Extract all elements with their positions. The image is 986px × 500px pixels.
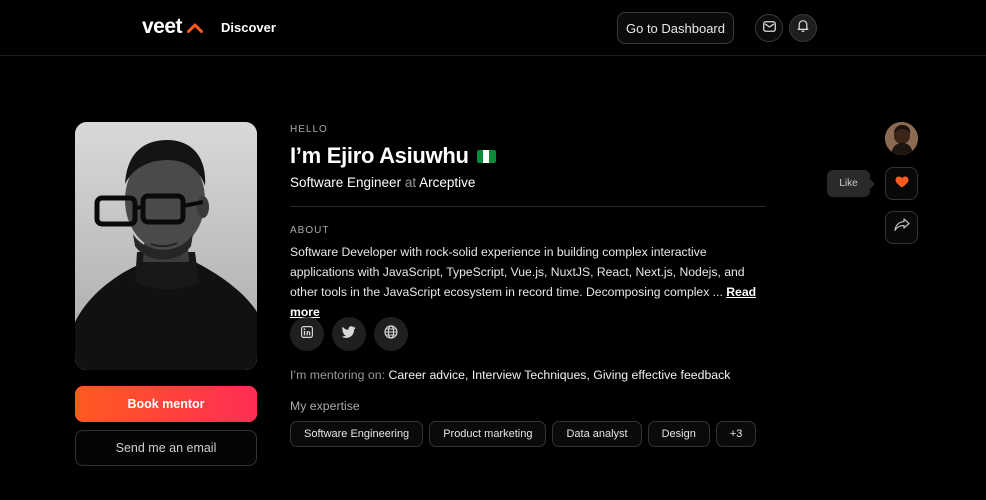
brand-logo[interactable]: veet bbox=[142, 15, 204, 39]
top-nav: veet Discover Go to Dashboard bbox=[0, 0, 986, 56]
nigeria-flag-icon bbox=[476, 149, 496, 163]
bio-text: Software Developer with rock-solid exper… bbox=[290, 242, 766, 322]
mentor-photo bbox=[75, 122, 257, 370]
mentor-name: I’m Ejiro Asiuwhu bbox=[290, 143, 469, 168]
name-row: I’m Ejiro Asiuwhu bbox=[290, 143, 496, 169]
mail-icon bbox=[762, 19, 776, 37]
role-line: Software Engineer at Arceptive bbox=[290, 175, 475, 190]
section-divider bbox=[290, 206, 766, 207]
linkedin-icon bbox=[301, 325, 314, 343]
about-label: ABOUT bbox=[290, 225, 330, 236]
bio-body: Software Developer with rock-solid exper… bbox=[290, 245, 745, 299]
expertise-chip[interactable]: Product marketing bbox=[429, 421, 547, 447]
go-to-dashboard-button[interactable]: Go to Dashboard bbox=[617, 12, 734, 44]
share-button[interactable] bbox=[885, 211, 918, 244]
heart-icon bbox=[895, 175, 909, 193]
send-email-button[interactable]: Send me an email bbox=[75, 430, 257, 466]
linkedin-button[interactable] bbox=[290, 317, 324, 351]
role-at: at bbox=[404, 175, 417, 190]
user-avatar[interactable] bbox=[885, 122, 918, 155]
bell-icon bbox=[797, 19, 809, 37]
greeting-label: HELLO bbox=[290, 124, 328, 135]
logo-text: veet bbox=[142, 15, 183, 38]
website-button[interactable] bbox=[374, 317, 408, 351]
like-button[interactable] bbox=[885, 167, 918, 200]
mentor-role: Software Engineer bbox=[290, 175, 402, 190]
mentoring-topics: I’m mentoring on: Career advice, Intervi… bbox=[290, 368, 730, 382]
expertise-chip[interactable]: Software Engineering bbox=[290, 421, 424, 447]
nav-discover-link[interactable]: Discover bbox=[221, 20, 276, 35]
expertise-chips: Software Engineering Product marketing D… bbox=[290, 421, 757, 447]
book-mentor-button[interactable]: Book mentor bbox=[75, 386, 257, 422]
twitter-button[interactable] bbox=[332, 317, 366, 351]
chevron-up-icon bbox=[187, 20, 204, 38]
messages-button[interactable] bbox=[755, 14, 783, 42]
like-tooltip: Like bbox=[827, 170, 875, 197]
expertise-chip[interactable]: Design bbox=[647, 421, 710, 447]
mentoring-topics-list: Career advice, Interview Techniques, Giv… bbox=[388, 368, 731, 382]
share-icon bbox=[893, 218, 910, 237]
mentor-company: Arceptive bbox=[419, 175, 476, 190]
expertise-chip[interactable]: Data analyst bbox=[552, 421, 642, 447]
notifications-button[interactable] bbox=[789, 14, 817, 42]
twitter-icon bbox=[341, 325, 356, 343]
expertise-label: My expertise bbox=[290, 399, 360, 413]
globe-icon bbox=[384, 324, 398, 344]
mentoring-label: I’m mentoring on: bbox=[290, 368, 386, 382]
expertise-more-chip[interactable]: +3 bbox=[715, 421, 757, 447]
